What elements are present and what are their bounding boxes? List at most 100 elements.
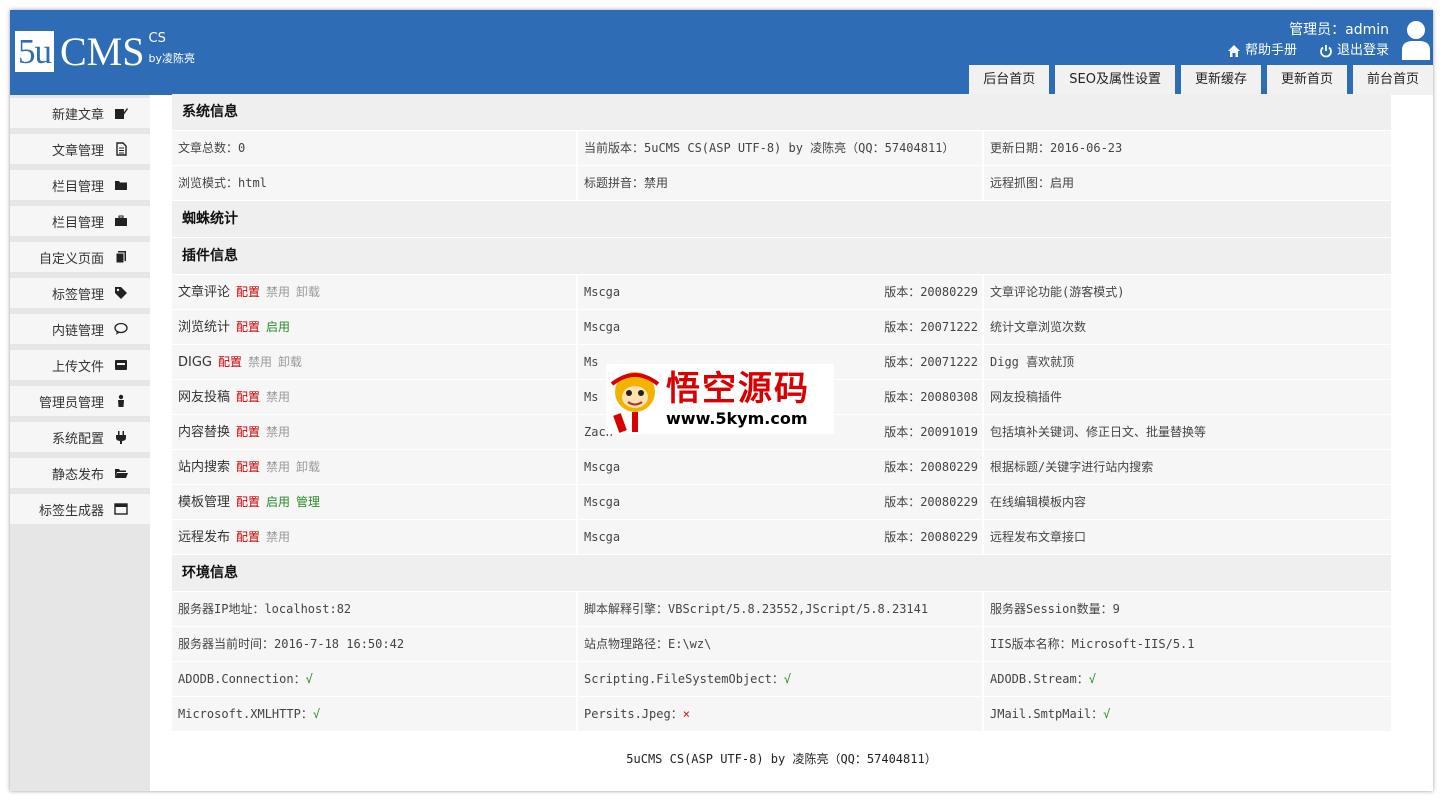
env-cell: 服务器IP地址：localhost:82: [172, 592, 578, 627]
sidebar-item-3[interactable]: 栏目管理: [10, 206, 150, 236]
footer-text: 5uCMS CS(ASP UTF-8) by 凌陈亮（QQ：57404811）: [626, 752, 937, 766]
system-cell: 当前版本：5uCMS CS(ASP UTF-8) by 凌陈亮（QQ：57404…: [578, 131, 984, 166]
tab-0[interactable]: 后台首页: [969, 65, 1050, 95]
sidebar: 新建文章 文章管理 栏目管理 栏目管理 自定义页面 标签管理 内链管理 上传文件 管理员管理 系统…: [10, 95, 150, 791]
sidebar-item-label: 内链管理: [51, 323, 104, 339]
env-label: Microsoft.XMLHTTP：: [178, 707, 313, 721]
sidebar-item-7[interactable]: 上传文件: [10, 350, 150, 380]
env-cell: Scripting.FileSystemObject：√: [578, 662, 984, 697]
check-icon: √: [312, 707, 321, 721]
plugin-name: 站内搜索: [178, 460, 231, 475]
logo: 5u CMS CS by凌陈亮: [15, 31, 195, 72]
logo-side: CS by凌陈亮: [149, 31, 196, 67]
tab-1[interactable]: SEO及属性设置: [1055, 65, 1175, 95]
sidebar-item-8[interactable]: 管理员管理: [10, 386, 150, 416]
plugin-author: Mscga: [584, 495, 621, 509]
plugin-name: 网友投稿: [178, 390, 231, 405]
check-icon: √: [305, 672, 313, 686]
plugin-action-1[interactable]: 启用: [266, 320, 290, 334]
sidebar-item-11[interactable]: 标签生成器: [10, 494, 150, 524]
plugin-desc-cell: 根据标题/关键字进行站内搜索: [984, 450, 1391, 485]
plugin-author-cell: Mscga 版本：20080229: [578, 275, 984, 310]
plugin-version-number: 20080308: [920, 390, 978, 404]
env-cell: Microsoft.XMLHTTP：√: [172, 697, 578, 732]
plugin-version-prefix: 版本：: [884, 355, 921, 369]
tab-4[interactable]: 前台首页: [1352, 65, 1433, 95]
env-row: 服务器当前时间：2016-7-18 16:50:42 站点物理路径：E:\wz\ I…: [172, 627, 1391, 662]
sidebar-item-0[interactable]: 新建文章: [10, 98, 150, 128]
top-tabs: 后台首页 SEO及属性设置 更新缓存 更新首页 前台首页: [969, 65, 1433, 95]
sidebar-item-4[interactable]: 自定义页面: [10, 242, 150, 272]
plugin-author: Ms: [584, 390, 599, 404]
plugin-version-prefix: 版本：: [884, 320, 921, 334]
plugin-action-1[interactable]: 禁用: [248, 355, 272, 369]
system-cell: 远程抓图：启用: [984, 166, 1391, 201]
plugin-author: Mscga: [584, 320, 621, 334]
logout-link[interactable]: 退出登录: [1319, 42, 1389, 60]
edit-icon: [115, 108, 128, 119]
plugin-row: 浏览统计 配置 启用 Mscga 版本：20071222 统计文章浏览次数: [172, 310, 1391, 345]
plugin-action-2[interactable]: 管理: [296, 495, 320, 509]
plugin-name-cell: 网友投稿 配置 禁用: [172, 380, 578, 415]
plugin-desc-cell: 文章评论功能(游客模式): [984, 275, 1391, 310]
plugin-action-0[interactable]: 配置: [236, 425, 260, 439]
plugin-name: 模板管理: [178, 495, 231, 510]
env-cell: ADODB.Stream：√: [984, 662, 1391, 697]
sidebar-item-10[interactable]: 静态发布: [10, 458, 150, 488]
plugin-desc-cell: 远程发布文章接口: [984, 520, 1391, 555]
env-cell: 站点物理路径：E:\wz\: [578, 627, 984, 662]
avatar-icon: [1402, 21, 1430, 60]
sidebar-item-6[interactable]: 内链管理: [10, 314, 150, 344]
section-system-title: 系统信息: [172, 94, 1391, 130]
tab-2[interactable]: 更新缓存: [1180, 65, 1261, 95]
logo-cms: CMS: [60, 29, 145, 74]
env-row: ADODB.Connection：√ Scripting.FileSystemOb…: [172, 662, 1391, 697]
plugin-version: 版本：20091019: [884, 415, 978, 449]
help-link[interactable]: 帮助手册: [1227, 42, 1297, 60]
plugin-author-cell: Mscga 版本：20071222: [578, 310, 984, 345]
tag-icon: [115, 287, 127, 299]
plugin-version-number: 20080229: [920, 530, 978, 544]
env-label: 服务器当前时间：2016-7-18 16:50:42: [178, 637, 405, 651]
plugin-action-1[interactable]: 启用: [266, 495, 290, 509]
plugin-version: 版本：20080229: [884, 450, 978, 484]
plugin-action-0[interactable]: 配置: [236, 460, 260, 474]
plugin-action-0[interactable]: 配置: [236, 285, 260, 299]
plugin-action-1[interactable]: 禁用: [266, 390, 290, 404]
plugin-action-1[interactable]: 禁用: [266, 460, 290, 474]
sidebar-item-label: 新建文章: [51, 107, 104, 123]
tab-3[interactable]: 更新首页: [1266, 65, 1347, 95]
plugin-name-cell: 内容替换 配置 禁用: [172, 415, 578, 450]
plugin-action-1[interactable]: 禁用: [266, 285, 290, 299]
top-links: 帮助手册 退出登录: [1227, 42, 1389, 60]
plugin-action-0[interactable]: 配置: [236, 530, 260, 544]
plugin-action-0[interactable]: 配置: [236, 320, 260, 334]
env-cell: 脚本解释引擎：VBScript/5.8.23552,JScript/5.8.23…: [578, 592, 984, 627]
plugin-author: Mscga: [584, 285, 621, 299]
document-icon: [116, 142, 127, 156]
copy-icon: [115, 251, 126, 264]
plugin-action-0[interactable]: 配置: [236, 390, 260, 404]
cross-icon: ×: [682, 707, 690, 721]
plugin-action-0[interactable]: 配置: [218, 355, 242, 369]
sidebar-item-5[interactable]: 标签管理: [10, 278, 150, 308]
home-icon: [1227, 45, 1240, 57]
sidebar-item-1[interactable]: 文章管理: [10, 134, 150, 164]
sidebar-item-9[interactable]: 系统配置: [10, 422, 150, 452]
env-cell: 服务器当前时间：2016-7-18 16:50:42: [172, 627, 578, 662]
env-row: 服务器IP地址：localhost:82 脚本解释引擎：VBScript/5.8.…: [172, 592, 1391, 627]
env-info-table: 服务器IP地址：localhost:82 脚本解释引擎：VBScript/5.8.…: [172, 592, 1391, 732]
plugin-action-1[interactable]: 禁用: [266, 530, 290, 544]
plugin-action-1[interactable]: 禁用: [266, 425, 290, 439]
plugin-action-2[interactable]: 卸载: [278, 355, 302, 369]
plugin-action-2[interactable]: 卸载: [296, 285, 320, 299]
watermark: 悟空源码 www.5kym.com: [606, 364, 834, 434]
env-label: IIS版本名称：Microsoft-IIS/5.1: [990, 637, 1195, 651]
plugin-name: 浏览统计: [178, 320, 231, 335]
watermark-url: www.5kym.com: [666, 409, 808, 428]
plugin-version-prefix: 版本：: [884, 530, 921, 544]
plugin-action-2[interactable]: 卸载: [296, 460, 320, 474]
sidebar-item-2[interactable]: 栏目管理: [10, 170, 150, 200]
plugin-version-prefix: 版本：: [884, 495, 921, 509]
plugin-action-0[interactable]: 配置: [236, 495, 260, 509]
